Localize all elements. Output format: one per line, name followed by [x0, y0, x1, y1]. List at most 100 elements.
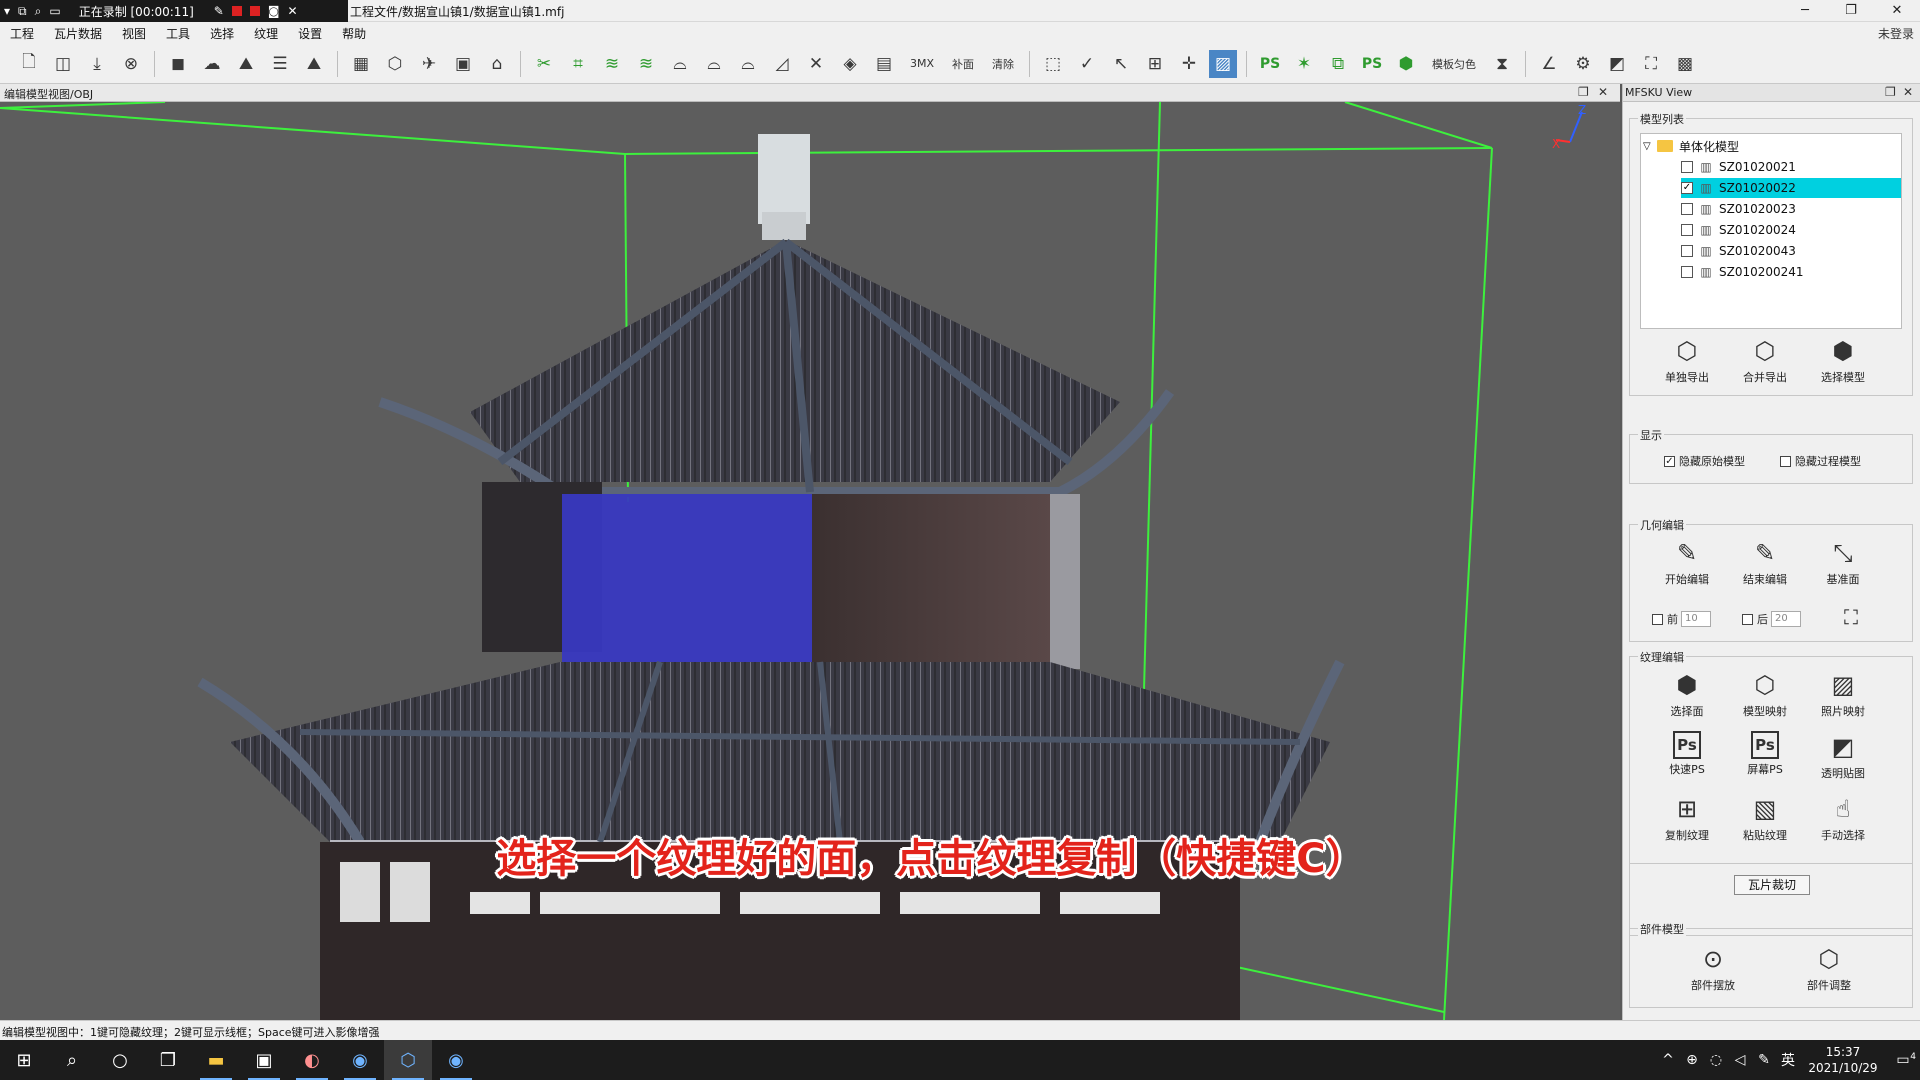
- minimize-button[interactable]: ─: [1782, 0, 1828, 22]
- app-icon-4[interactable]: ⬡: [384, 1040, 432, 1080]
- hide-original-model-checkbox[interactable]: ✓ 隐藏原始模型: [1664, 453, 1745, 469]
- close-button[interactable]: ✕: [1874, 0, 1920, 22]
- collapse-icon[interactable]: ▽: [1643, 141, 1657, 152]
- cross-cut-icon[interactable]: ✕: [802, 50, 830, 78]
- ime-indicator[interactable]: 英: [1776, 1050, 1800, 1070]
- back-checkbox[interactable]: 后 20: [1742, 611, 1801, 627]
- task-view-icon[interactable]: ❐: [144, 1040, 192, 1080]
- panel-float-icon[interactable]: ❐: [1885, 85, 1896, 99]
- chevron-up-icon[interactable]: ^: [1656, 1052, 1680, 1068]
- hide-process-model-checkbox[interactable]: 隐藏过程模型: [1780, 453, 1861, 469]
- tree-item-sz01020023[interactable]: ▥ SZ01020023: [1681, 199, 1901, 219]
- camera-icon[interactable]: ◙: [268, 4, 280, 18]
- split-view-icon[interactable]: ◫: [49, 50, 77, 78]
- menu-texture[interactable]: 纹理: [244, 25, 288, 42]
- menu-select[interactable]: 选择: [200, 25, 244, 42]
- start-edit-button[interactable]: ✎ 开始编辑: [1652, 537, 1722, 593]
- viewport-close-icon[interactable]: ✕: [1598, 85, 1608, 99]
- recorder-close-icon[interactable]: ✕: [287, 4, 297, 18]
- export-merged-button[interactable]: ⬡ 合并导出: [1730, 335, 1800, 391]
- toolbar-3mx-button[interactable]: 3MX: [904, 50, 940, 78]
- start-icon[interactable]: ⊞: [0, 1040, 48, 1080]
- model-viewport[interactable]: Z X: [0, 102, 1620, 1020]
- place-part-button[interactable]: ⊙ 部件摆放: [1678, 943, 1748, 999]
- texture-brush-icon[interactable]: ✶: [1290, 50, 1318, 78]
- toolbar-fill-face-button[interactable]: 补面: [946, 50, 980, 78]
- menu-help[interactable]: 帮助: [332, 25, 376, 42]
- app-icon-5[interactable]: ◉: [432, 1040, 480, 1080]
- tree-root[interactable]: ▽ 单体化模型: [1643, 136, 1739, 156]
- maximize-button[interactable]: ❐: [1828, 0, 1874, 22]
- stop-icon[interactable]: [231, 6, 242, 16]
- bridge-icon[interactable]: ⌓: [666, 50, 694, 78]
- tree-item-checkbox[interactable]: [1681, 245, 1693, 257]
- crosshair-icon[interactable]: ✛: [1175, 50, 1203, 78]
- front-value-input[interactable]: 10: [1681, 611, 1711, 627]
- grid-icon[interactable]: ▦: [347, 50, 375, 78]
- pen-tray-icon[interactable]: ✎: [1752, 1052, 1776, 1068]
- screen-ps-button[interactable]: Ps 屏幕PS: [1730, 731, 1800, 787]
- select-model-button[interactable]: ⬢ 选择模型: [1808, 335, 1878, 391]
- document-icon[interactable]: ▤: [870, 50, 898, 78]
- menu-tile-data[interactable]: 瓦片数据: [44, 25, 112, 42]
- cut-icon[interactable]: ✂: [530, 50, 558, 78]
- new-file-icon[interactable]: 🗋: [15, 50, 43, 78]
- texture-cube-icon[interactable]: ⬢: [1392, 50, 1420, 78]
- water-flatten-2-icon[interactable]: ≋: [632, 50, 660, 78]
- front-checkbox[interactable]: 前 10: [1652, 611, 1711, 627]
- tree-item-checkbox[interactable]: ✓: [1681, 182, 1693, 194]
- chart-icon[interactable]: ◩: [1603, 50, 1631, 78]
- app-icon-1[interactable]: ▣: [240, 1040, 288, 1080]
- road-icon[interactable]: ⌓: [700, 50, 728, 78]
- back-check[interactable]: [1742, 613, 1753, 625]
- clock[interactable]: 15:37 2021/10/29: [1800, 1044, 1886, 1076]
- copy-texture-button[interactable]: ⊞ 复制纹理: [1652, 793, 1722, 849]
- recorder-menu-icon[interactable]: ▾: [4, 4, 10, 18]
- basket-icon[interactable]: ⊞: [1141, 50, 1169, 78]
- base-plane-button[interactable]: ⤡ 基准面: [1808, 537, 1878, 593]
- end-edit-button[interactable]: ✎ 结束编辑: [1730, 537, 1800, 593]
- record-icon[interactable]: [249, 6, 260, 16]
- export-single-button[interactable]: ⬡ 单独导出: [1652, 335, 1722, 391]
- model-tree[interactable]: ▽ 单体化模型 ▥ SZ01020021 ✓ ▥ SZ01020022 ▥ SZ…: [1640, 133, 1902, 329]
- menu-view[interactable]: 视图: [112, 25, 156, 42]
- menu-project[interactable]: 工程: [0, 25, 44, 42]
- check-icon[interactable]: ✓: [1073, 50, 1101, 78]
- select-rect-icon[interactable]: ⬚: [1039, 50, 1067, 78]
- fit-image-icon[interactable]: ⛶: [1836, 605, 1866, 629]
- terrain-add-icon[interactable]: ⛰: [300, 50, 328, 78]
- axis-icon[interactable]: ∠: [1535, 50, 1563, 78]
- tree-item-checkbox[interactable]: [1681, 161, 1693, 173]
- menu-settings[interactable]: 设置: [288, 25, 332, 42]
- tree-item-sz01020043[interactable]: ▥ SZ01020043: [1681, 241, 1901, 261]
- tree-item-checkbox[interactable]: [1681, 224, 1693, 236]
- terrain-icon[interactable]: ⛰: [232, 50, 260, 78]
- recorder-region-icon[interactable]: ▭: [49, 4, 60, 18]
- plane-icon[interactable]: ✈: [415, 50, 443, 78]
- slope-icon[interactable]: ◿: [768, 50, 796, 78]
- manual-select-button[interactable]: ☝ 手动选择: [1808, 793, 1878, 849]
- photo-enhance-icon[interactable]: ▨: [1209, 49, 1238, 78]
- front-check[interactable]: [1652, 613, 1663, 625]
- paste-texture-button[interactable]: ▧ 粘贴纹理: [1730, 793, 1800, 849]
- stop-square-icon[interactable]: ◼: [164, 50, 192, 78]
- pen-icon[interactable]: ✎: [214, 4, 224, 18]
- notification-icon[interactable]: ▭ 4: [1886, 1052, 1920, 1068]
- back-value-input[interactable]: 20: [1771, 611, 1801, 627]
- select-face-button[interactable]: ⬢ 选择面: [1652, 669, 1722, 725]
- tile-cut-button[interactable]: 瓦片裁切: [1734, 875, 1810, 895]
- road-2-icon[interactable]: ⌓: [734, 50, 762, 78]
- wifi-icon[interactable]: ◌: [1704, 1052, 1728, 1068]
- ps-icon[interactable]: PS: [1256, 50, 1284, 78]
- water-flatten-icon[interactable]: ≋: [598, 50, 626, 78]
- login-status[interactable]: 未登录: [1878, 25, 1914, 42]
- picture-icon[interactable]: ▩: [1671, 50, 1699, 78]
- crop-icon[interactable]: ⌗: [564, 50, 592, 78]
- cursor-icon[interactable]: ↖: [1107, 50, 1135, 78]
- panel-close-icon[interactable]: ✕: [1903, 85, 1913, 99]
- close-project-icon[interactable]: ⊗: [117, 50, 145, 78]
- cortana-icon[interactable]: ○: [96, 1040, 144, 1080]
- transparent-texture-button[interactable]: ◩ 透明贴图: [1808, 731, 1878, 787]
- volume-icon[interactable]: ◁: [1728, 1052, 1752, 1068]
- tree-item-checkbox[interactable]: [1681, 266, 1693, 278]
